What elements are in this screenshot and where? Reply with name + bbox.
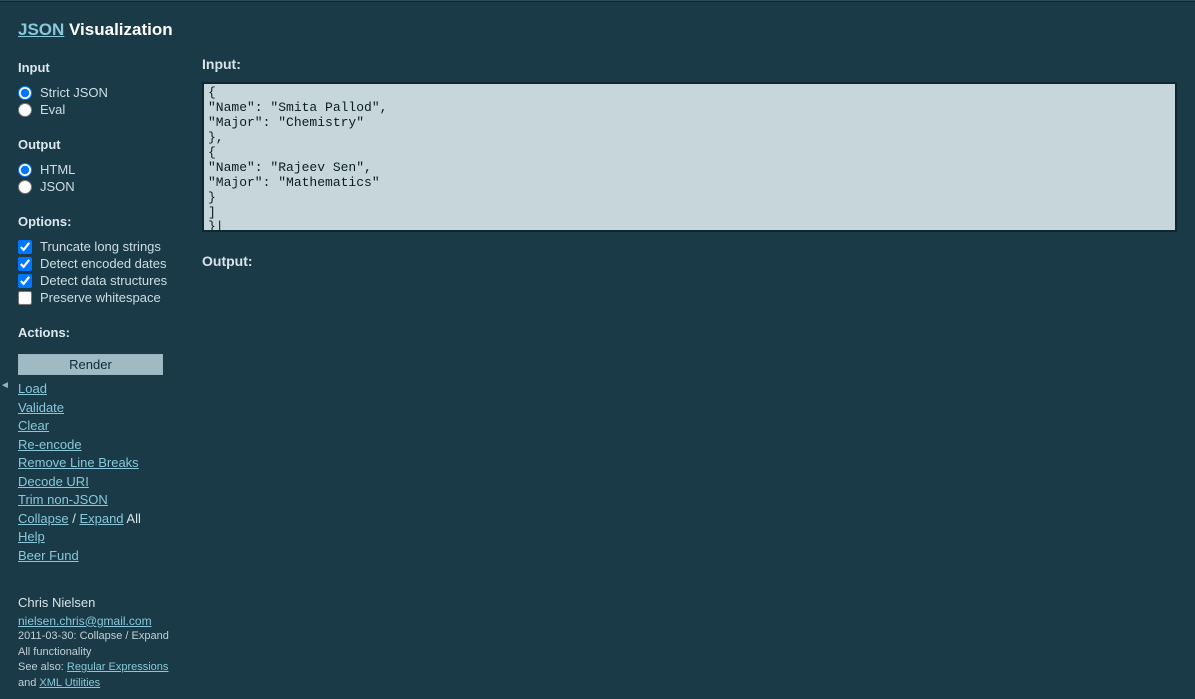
title-link[interactable]: JSON xyxy=(18,20,64,39)
radio-html-label: HTML xyxy=(40,162,75,177)
link-validate[interactable]: Validate xyxy=(18,400,64,415)
seealso-prefix: See also: xyxy=(18,661,67,673)
author-email[interactable]: nielsen.chris@gmail.com xyxy=(18,614,152,628)
radio-json[interactable] xyxy=(18,180,32,194)
link-load[interactable]: Load xyxy=(18,381,47,396)
seealso-and: and xyxy=(18,677,39,689)
author-name: Chris Nielsen xyxy=(18,594,178,612)
input-heading: Input: xyxy=(202,56,1177,72)
all-suffix: All xyxy=(124,511,141,526)
link-reencode[interactable]: Re-encode xyxy=(18,437,82,452)
title-rest: Visualization xyxy=(64,20,172,39)
link-xml-utilities[interactable]: XML Utilities xyxy=(39,677,100,689)
collapse-handle-icon[interactable]: ◄ xyxy=(0,380,6,392)
link-regex[interactable]: Regular Expressions xyxy=(67,661,169,673)
changelog: 2011-03-30: Collapse / Expand All functi… xyxy=(18,629,178,660)
output-section-head: Output xyxy=(18,137,178,152)
radio-strict-json-label: Strict JSON xyxy=(40,85,108,100)
chk-dates-label: Detect encoded dates xyxy=(40,256,166,271)
radio-eval[interactable] xyxy=(18,103,32,117)
radio-html[interactable] xyxy=(18,163,32,177)
chk-whitespace[interactable] xyxy=(18,291,32,305)
chk-dates[interactable] xyxy=(18,257,32,271)
link-clear[interactable]: Clear xyxy=(18,418,49,433)
radio-json-label: JSON xyxy=(40,179,75,194)
chk-structures[interactable] xyxy=(18,274,32,288)
sep-text: / xyxy=(69,511,80,526)
page-title: JSON Visualization xyxy=(18,20,1187,40)
output-heading: Output: xyxy=(202,253,1177,269)
chk-whitespace-label: Preserve whitespace xyxy=(40,290,161,305)
render-button[interactable]: Render xyxy=(18,354,163,375)
link-decode-uri[interactable]: Decode URI xyxy=(18,474,89,489)
input-section-head: Input xyxy=(18,60,178,75)
link-beer-fund[interactable]: Beer Fund xyxy=(18,548,79,563)
json-input[interactable] xyxy=(202,82,1177,232)
radio-eval-label: Eval xyxy=(40,102,65,117)
footer: Chris Nielsen nielsen.chris@gmail.com 20… xyxy=(18,594,178,691)
radio-strict-json[interactable] xyxy=(18,86,32,100)
actions-section-head: Actions: xyxy=(18,325,178,340)
options-section-head: Options: xyxy=(18,214,178,229)
chk-truncate-label: Truncate long strings xyxy=(40,239,161,254)
main-panel: Input: Output: xyxy=(202,56,1187,691)
link-collapse[interactable]: Collapse xyxy=(18,511,69,526)
chk-structures-label: Detect data structures xyxy=(40,273,167,288)
link-remove-line-breaks[interactable]: Remove Line Breaks xyxy=(18,455,139,470)
sidebar: Input Strict JSON Eval Output HTML JSON … xyxy=(18,56,178,691)
link-help[interactable]: Help xyxy=(18,529,45,544)
link-expand[interactable]: Expand xyxy=(79,511,123,526)
chk-truncate[interactable] xyxy=(18,240,32,254)
link-trim-non-json[interactable]: Trim non-JSON xyxy=(18,492,108,507)
